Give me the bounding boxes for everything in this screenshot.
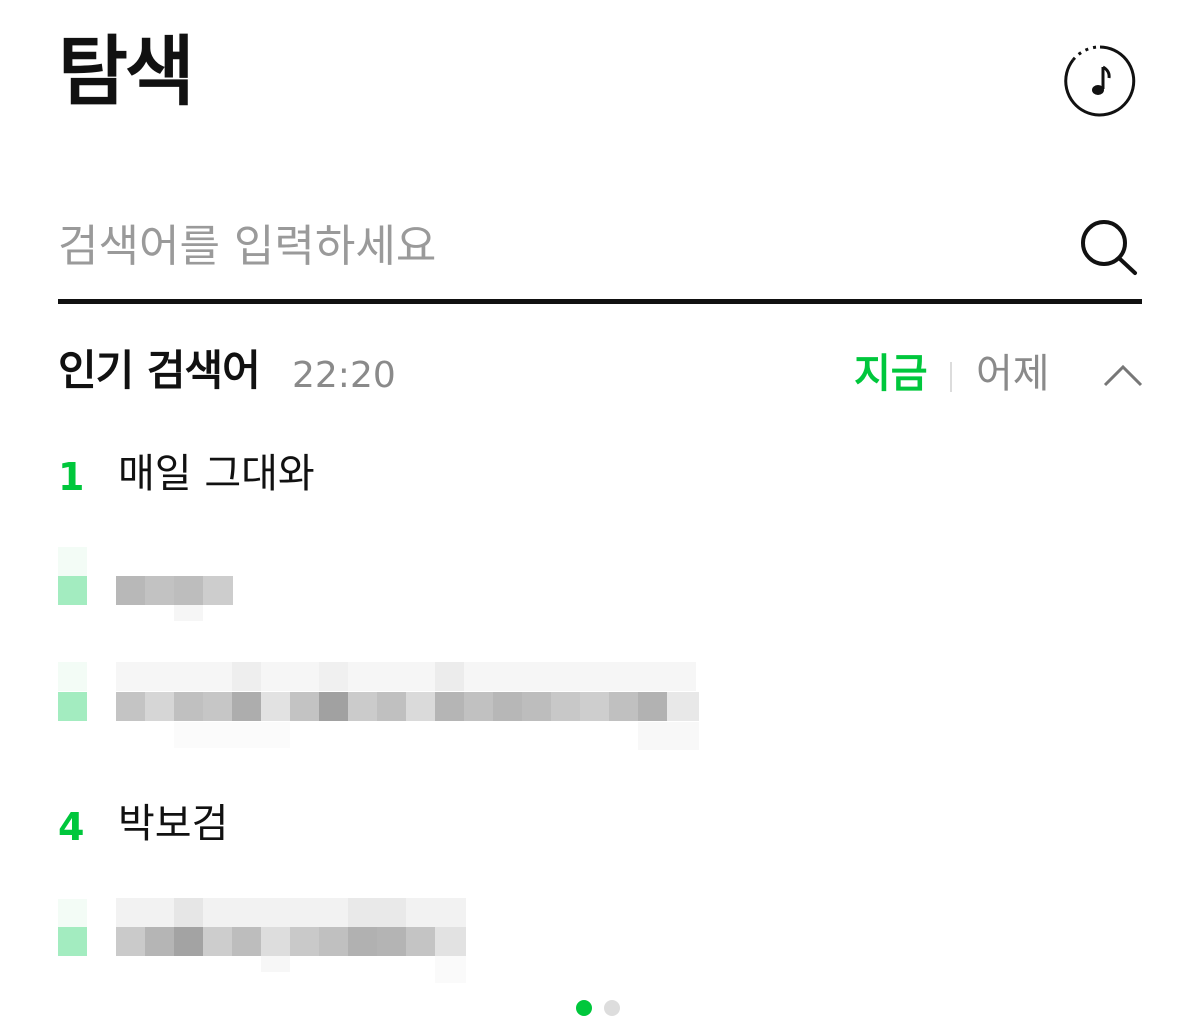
music-recognition-button[interactable] <box>1064 45 1136 117</box>
keyword-row-4[interactable]: 4 박보검 <box>58 802 1142 862</box>
keyword-row-3[interactable] <box>58 662 1142 752</box>
tab-yesterday[interactable]: 어제 <box>976 354 1050 394</box>
tab-divider <box>950 362 952 392</box>
popular-keywords-time: 22:20 <box>292 355 396 396</box>
search-underline <box>58 299 1142 304</box>
pixelated-rank <box>58 927 87 956</box>
pixelated-rank <box>58 692 87 721</box>
pixelated-rank <box>58 547 87 576</box>
popular-keywords-title: 인기 검색어 <box>58 346 261 395</box>
keyword-term: 매일 그대와 <box>118 451 315 497</box>
page-title: 탐색 <box>58 27 195 116</box>
keyword-row-5[interactable] <box>58 897 1142 987</box>
search-input[interactable] <box>58 215 1018 277</box>
music-note-icon <box>1064 45 1136 117</box>
tab-now[interactable]: 지금 <box>854 354 928 394</box>
pixelated-rank <box>58 662 87 691</box>
page-indicator <box>576 1000 626 1016</box>
pixelated-rank <box>58 576 87 605</box>
collapse-button[interactable] <box>1102 360 1144 390</box>
pixelated-rank <box>58 899 87 928</box>
keyword-row-2[interactable] <box>58 545 1142 625</box>
search-bar <box>58 215 1142 307</box>
page-dot <box>604 1000 620 1016</box>
search-button[interactable] <box>1080 215 1142 277</box>
keyword-row-1[interactable]: 1 매일 그대와 <box>58 452 1142 512</box>
keyword-rank: 1 <box>58 455 85 499</box>
chevron-up-icon <box>1103 364 1143 387</box>
keyword-rank: 4 <box>58 805 85 849</box>
search-icon <box>1081 220 1137 275</box>
page-dot-active <box>576 1000 592 1016</box>
keyword-term: 박보검 <box>118 801 229 847</box>
